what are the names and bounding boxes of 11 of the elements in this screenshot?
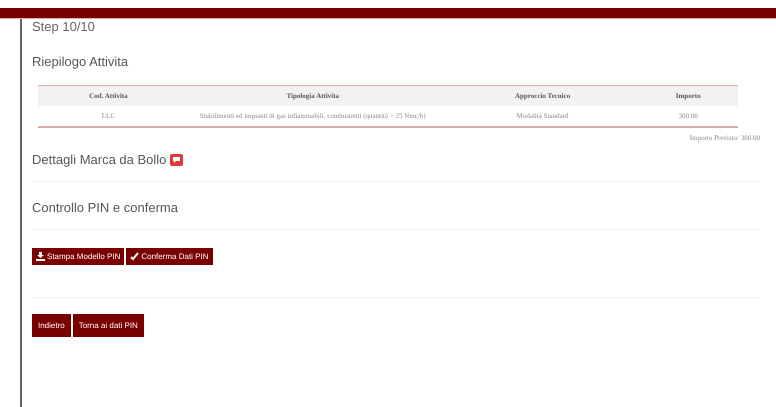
- nav-button[interactable]: Indietro: [32, 314, 71, 337]
- nav-button[interactable]: Torna ai dati PIN: [72, 314, 144, 337]
- comment-icon[interactable]: [170, 154, 184, 166]
- download-icon: [36, 252, 45, 261]
- action-button[interactable]: Stampa Modello PIN: [32, 248, 124, 265]
- step-indicator: Step 10/10: [32, 19, 96, 34]
- check-icon: [130, 252, 140, 261]
- section-title: Controllo PIN e conferma: [32, 200, 178, 215]
- action-button[interactable]: Conferma Dati PIN: [126, 248, 213, 265]
- section-title: Dettagli Marca da Bollo: [32, 152, 166, 167]
- section-title: Riepilogo Attivita: [32, 54, 130, 69]
